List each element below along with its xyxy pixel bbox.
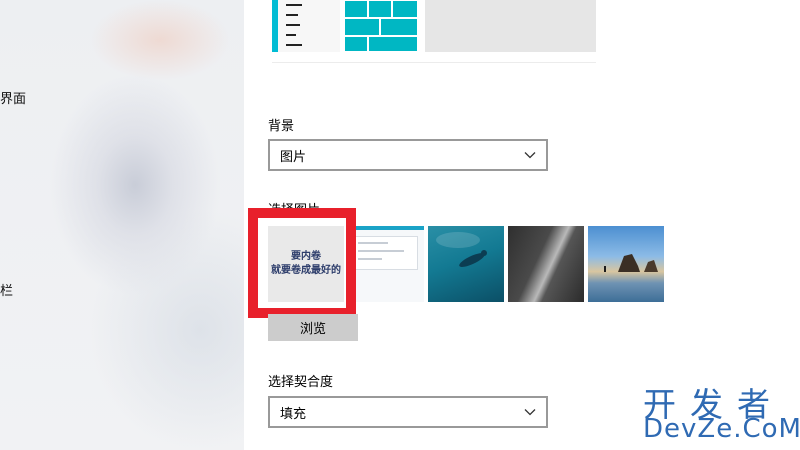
sidebar: 界面 栏 — [0, 0, 244, 450]
background-dropdown[interactable]: 图片 — [268, 139, 548, 171]
choose-picture-label: 选择图片 — [268, 203, 321, 218]
sidebar-item-label[interactable]: 栏 — [0, 280, 13, 299]
preview-line — [286, 34, 296, 36]
preview-tile — [344, 0, 368, 18]
layout-preview-list — [272, 0, 340, 52]
layout-preview-tiles — [344, 0, 418, 52]
preview-tile — [380, 18, 418, 36]
thumbnail-text-line1: 要内卷 — [291, 251, 321, 262]
beach-scene — [604, 254, 658, 272]
thumbnail-line — [358, 242, 388, 244]
thumbnail-underwater-image[interactable] — [428, 226, 504, 302]
layout-preview-blank — [425, 0, 596, 52]
preview-line — [286, 44, 302, 46]
preview-line — [286, 14, 298, 16]
preview-line — [286, 24, 300, 26]
fit-label: 选择契合度 — [268, 375, 334, 390]
divider — [272, 62, 596, 63]
chevron-down-icon — [524, 409, 536, 416]
thumbnail-beach-image[interactable] — [588, 226, 664, 302]
watermark-en: DevZe.CoM — [643, 414, 800, 444]
thumbnail-custom-image[interactable]: 要内卷 就要卷成最好的 — [268, 226, 344, 302]
sidebar-item-label[interactable]: 界面 — [0, 88, 26, 107]
preview-tile — [344, 36, 368, 52]
chevron-down-icon — [524, 152, 536, 159]
thumbnail-header-bar — [348, 226, 424, 230]
preview-tile — [344, 18, 380, 36]
preview-line — [286, 4, 302, 6]
thumbnail-rock-image[interactable] — [508, 226, 584, 302]
preview-accent-bar — [272, 0, 278, 52]
preview-tile — [368, 36, 418, 52]
preview-tile — [368, 0, 392, 18]
background-label: 背景 — [268, 119, 295, 134]
diver-silhouette — [436, 232, 487, 267]
fit-dropdown-value: 填充 — [280, 406, 307, 422]
thumbnail-text-line2: 就要卷成最好的 — [271, 265, 341, 276]
fit-dropdown[interactable]: 填充 — [268, 396, 548, 428]
background-dropdown-value: 图片 — [280, 149, 307, 165]
thumbnail-line — [358, 250, 404, 252]
browse-button[interactable]: 浏览 — [268, 314, 358, 341]
thumbnail-line — [358, 258, 382, 260]
preview-tile — [392, 0, 418, 18]
thumbnail-screenshot-image[interactable] — [348, 226, 424, 302]
